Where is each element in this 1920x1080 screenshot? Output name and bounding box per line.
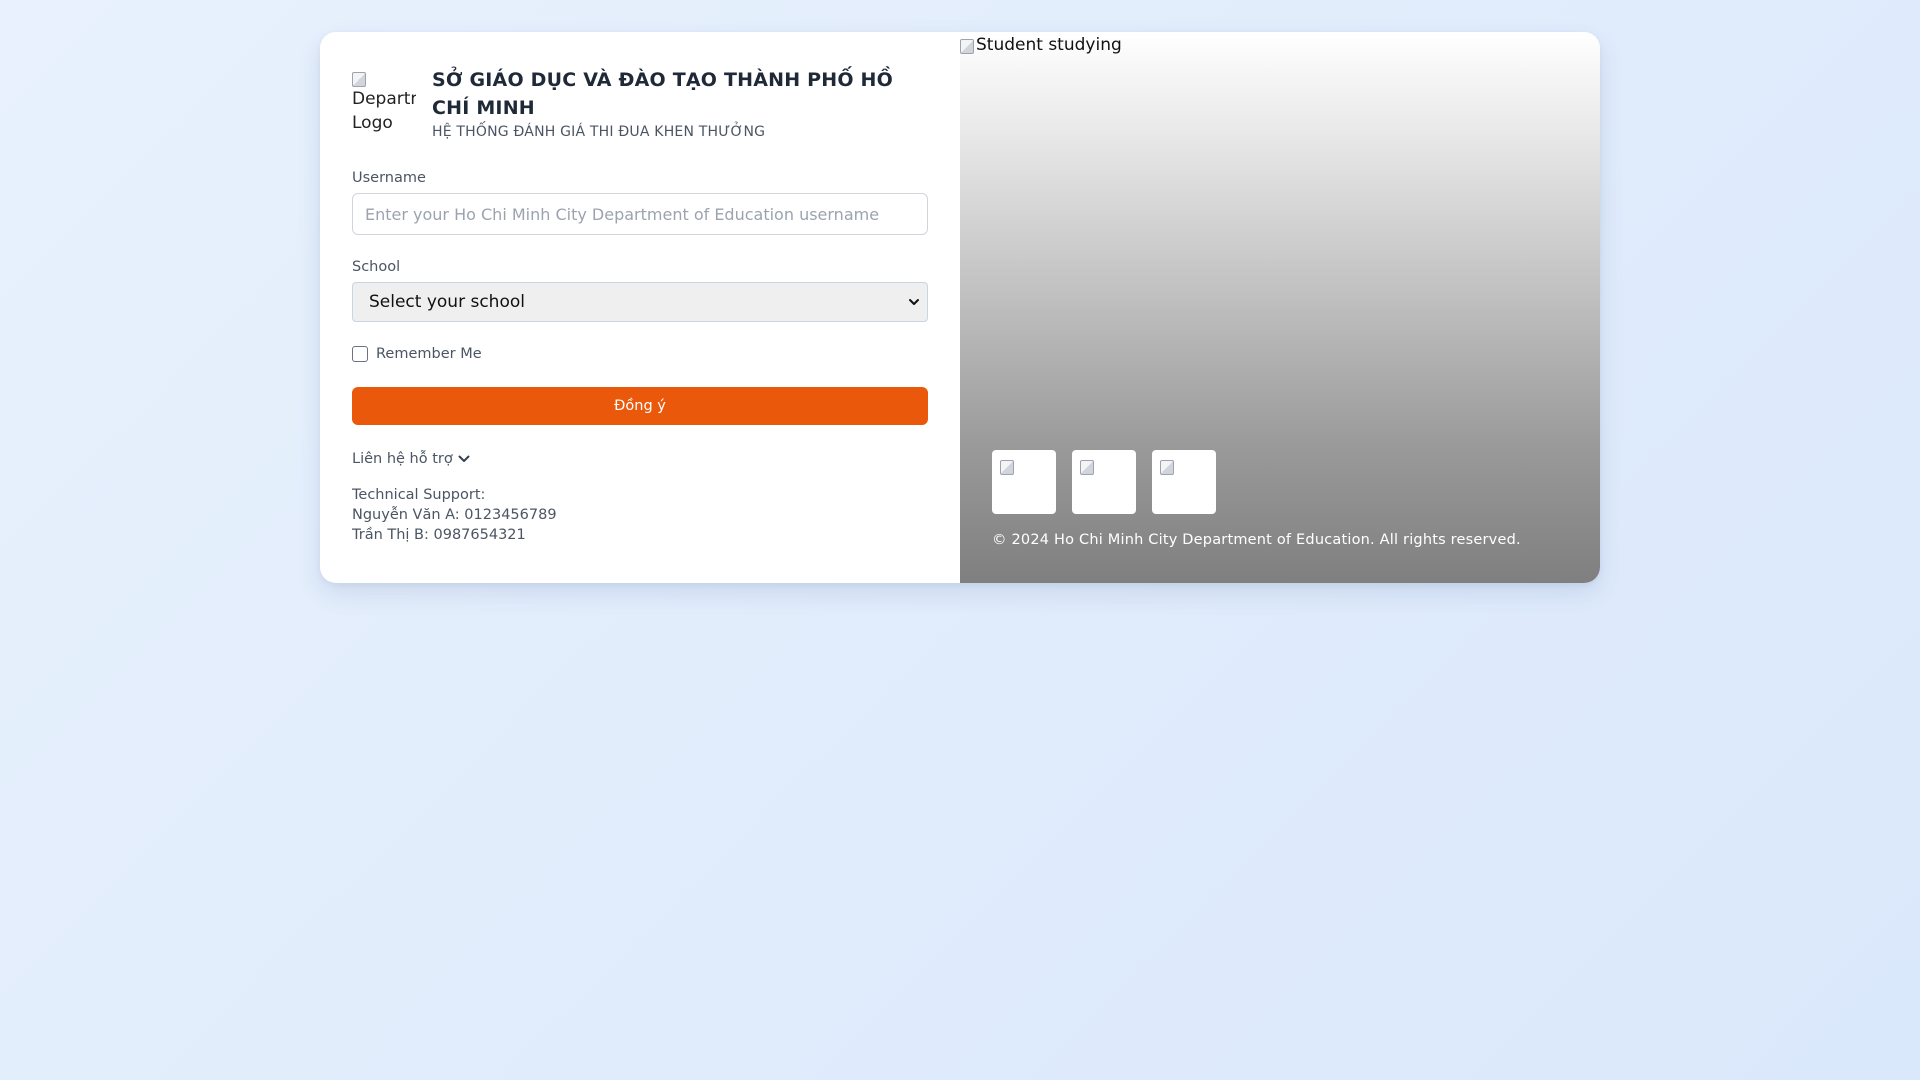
remember-row: Remember Me xyxy=(352,346,928,362)
hero-image-alt: Student studying xyxy=(976,35,1122,55)
title-block: SỞ GIÁO DỤC VÀ ĐÀO TẠO THÀNH PHỐ HỒ CHÍ … xyxy=(432,64,912,140)
broken-image-icon xyxy=(1000,460,1014,475)
logo-alt-text-1: Departn xyxy=(352,89,416,109)
support-heading: Technical Support: xyxy=(352,487,486,503)
remember-label[interactable]: Remember Me xyxy=(376,346,482,362)
copyright-text: © 2024 Ho Chi Minh City Department of Ed… xyxy=(992,532,1521,548)
org-title: SỞ GIÁO DỤC VÀ ĐÀO TẠO THÀNH PHỐ HỒ CHÍ … xyxy=(432,69,893,119)
broken-image-icon xyxy=(960,38,974,54)
support-contact-1: Nguyễn Văn A: 0123456789 xyxy=(352,507,557,523)
support-toggle-label: Liên hệ hỗ trợ xyxy=(352,451,453,467)
broken-image-icon xyxy=(1080,460,1094,475)
hero-panel: Student studying © 2024 Ho Chi Minh City… xyxy=(960,32,1600,583)
thumbnail-strip xyxy=(992,450,1216,514)
thumbnail-3[interactable] xyxy=(1152,450,1216,514)
support-info: Technical Support: Nguyễn Văn A: 0123456… xyxy=(352,485,928,545)
submit-button[interactable]: Đồng ý xyxy=(352,387,928,425)
thumbnail-1[interactable] xyxy=(992,450,1056,514)
broken-image-icon xyxy=(352,72,366,87)
school-select-value: Select your school xyxy=(369,292,525,312)
username-label: Username xyxy=(352,170,426,186)
chevron-down-icon xyxy=(909,299,919,305)
login-card: Departn Logo SỞ GIÁO DỤC VÀ ĐÀO TẠO THÀN… xyxy=(320,32,1600,583)
username-input[interactable] xyxy=(352,193,928,235)
chevron-down-icon xyxy=(458,455,470,462)
school-label: School xyxy=(352,259,401,275)
header: Departn Logo SỞ GIÁO DỤC VÀ ĐÀO TẠO THÀN… xyxy=(352,64,928,140)
system-subtitle: HỆ THỐNG ĐÁNH GIÁ THI ĐUA KHEN THƯỞNG xyxy=(432,124,766,140)
school-select[interactable]: Select your school xyxy=(352,282,928,322)
broken-image-icon xyxy=(1160,460,1174,475)
thumbnail-2[interactable] xyxy=(1072,450,1136,514)
department-logo: Departn Logo xyxy=(352,70,416,134)
support-toggle[interactable]: Liên hệ hỗ trợ xyxy=(352,451,471,467)
login-panel: Departn Logo SỞ GIÁO DỤC VÀ ĐÀO TẠO THÀN… xyxy=(320,32,960,583)
remember-checkbox[interactable] xyxy=(352,346,368,362)
logo-alt-text-2: Logo xyxy=(352,113,393,133)
support-contact-2: Trần Thị B: 0987654321 xyxy=(352,527,526,543)
hero-image: Student studying xyxy=(960,34,1122,56)
